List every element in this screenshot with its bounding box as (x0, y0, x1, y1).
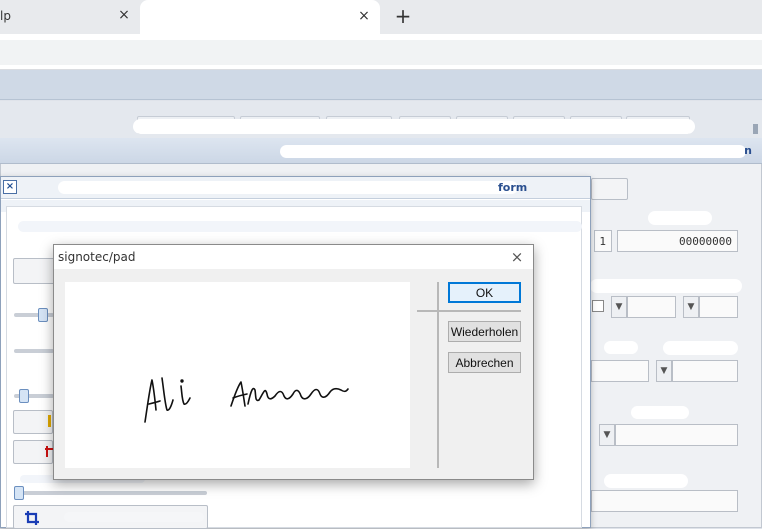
side-button[interactable] (13, 410, 53, 434)
slider-track[interactable] (14, 349, 54, 353)
dropdown-arrow-icon[interactable]: ▼ (599, 424, 615, 446)
dropdown-arrow-icon[interactable]: ▼ (611, 296, 627, 318)
redacted-form-title (280, 145, 746, 158)
number-field-value: 1 (599, 235, 606, 248)
cancel-button[interactable]: Abbrechen (448, 352, 521, 373)
redacted-toolbar-labels (133, 119, 695, 134)
dropdown-arrow-icon[interactable]: ▼ (656, 360, 672, 382)
id-field-value: 00000000 (679, 235, 732, 248)
redacted-button-label (64, 512, 204, 522)
tab-close-icon[interactable]: × (116, 7, 132, 23)
crop-icon (25, 511, 39, 525)
form-title-link[interactable]: n (744, 144, 752, 157)
dropdown-arrow-icon[interactable]: ▼ (683, 296, 699, 318)
form-checkbox[interactable] (592, 300, 604, 312)
retry-button[interactable]: Wiederholen (448, 321, 521, 342)
new-tab-button[interactable]: + (392, 6, 414, 28)
crop-button[interactable] (13, 505, 208, 529)
ok-button[interactable]: OK (448, 282, 521, 303)
redacted-label (604, 474, 688, 488)
side-button[interactable] (13, 440, 55, 464)
signature-canvas[interactable] (65, 282, 410, 468)
slider-track[interactable] (14, 491, 207, 495)
browser-tab-inactive[interactable]: lp × (0, 0, 140, 34)
redacted-label (604, 341, 638, 354)
address-bar-input[interactable] (0, 40, 762, 65)
redacted-label (648, 211, 712, 225)
slider-handle[interactable] (14, 486, 24, 500)
close-icon[interactable]: × (3, 180, 17, 194)
redacted-instruction-text (18, 221, 582, 232)
slider-handle[interactable] (19, 389, 29, 403)
form-action-button[interactable] (591, 178, 628, 200)
select-field[interactable] (699, 296, 738, 318)
middle-dialog-title-suffix: form (498, 181, 528, 194)
slider-track[interactable] (14, 313, 54, 317)
slider-handle[interactable] (38, 308, 48, 322)
select-field[interactable] (615, 424, 738, 446)
select-field[interactable] (591, 360, 649, 382)
tab-title: lp (0, 9, 11, 23)
redacted-label (631, 406, 689, 419)
signature-pad-title: signotec/pad (58, 250, 136, 264)
divider-horizontal (417, 310, 521, 312)
toolbar-edge-marker (753, 124, 758, 134)
id-field[interactable]: 00000000 (617, 230, 738, 252)
redacted-label (663, 341, 738, 355)
browser-tab-active[interactable]: × (140, 0, 380, 34)
side-button[interactable] (13, 258, 58, 284)
select-field[interactable] (627, 296, 676, 318)
handwritten-signature (144, 377, 349, 423)
redacted-dialog-title (58, 181, 518, 194)
number-field[interactable]: 1 (594, 230, 612, 252)
text-field[interactable] (591, 490, 738, 512)
tool-icon (48, 415, 51, 427)
select-field[interactable] (672, 360, 738, 382)
redacted-label (590, 279, 742, 293)
app-header (0, 70, 762, 100)
close-icon[interactable]: × (509, 249, 525, 265)
tab-close-icon[interactable]: × (356, 8, 372, 24)
